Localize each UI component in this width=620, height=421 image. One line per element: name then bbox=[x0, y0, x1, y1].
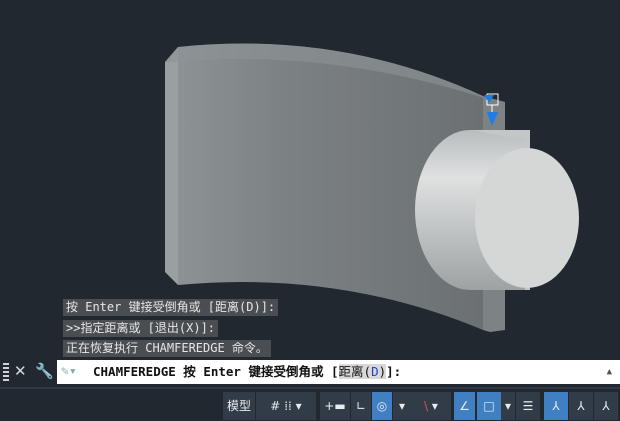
polar-tracking-icon[interactable]: ◎ bbox=[372, 392, 392, 420]
annotation-visibility-icon[interactable]: ⅄ bbox=[544, 392, 568, 420]
annotation-scale-icon[interactable]: ⅄ bbox=[594, 392, 618, 420]
command-prompt-text: CHAMFEREDGE 按 Enter 键接受倒角或 [ bbox=[93, 364, 339, 379]
chevron-down-icon[interactable]: ▾ bbox=[501, 392, 515, 420]
grid-icon: # bbox=[270, 399, 281, 413]
isometric-icon[interactable]: \ ▾ bbox=[411, 392, 451, 420]
model-space-button[interactable]: 模型 bbox=[223, 392, 255, 420]
status-bar: 模型 # ⁞⁞ ▾ +▬ ∟ ◎ ▾ \ ▾ ∠ □ ▾ ☰ ⅄ ⅄ ⅄ bbox=[0, 387, 620, 421]
snap-icon: ⁞⁞ bbox=[284, 399, 292, 413]
lineweight-icon[interactable]: ☰ bbox=[516, 392, 540, 420]
object-snap-icon[interactable]: □ bbox=[477, 392, 501, 420]
chevron-down-icon: ▾ bbox=[295, 399, 302, 413]
object-snap-tracking-icon[interactable]: ∠ bbox=[454, 392, 475, 420]
option-distance[interactable]: 距离(D) bbox=[338, 364, 387, 379]
command-history-line: >>指定距离或 [退出(X)]: bbox=[63, 320, 219, 337]
ortho-icon[interactable]: ∟ bbox=[351, 392, 371, 420]
wrench-customize-icon[interactable]: 🔧 bbox=[35, 362, 54, 380]
drag-grip-handle[interactable] bbox=[3, 363, 9, 381]
cylinder-solid bbox=[415, 130, 579, 290]
command-history-line: 正在恢复执行 CHAMFEREDGE 命令。 bbox=[63, 340, 271, 357]
dynamic-input-icon[interactable]: +▬ bbox=[320, 392, 350, 420]
chevron-down-icon[interactable]: ▾ bbox=[393, 392, 411, 420]
command-line-bar: ✕ 🔧 ✎▾ CHAMFEREDGE 按 Enter 键接受倒角或 [距离(D)… bbox=[0, 360, 620, 384]
command-history-line: 按 Enter 键接受倒角或 [距离(D)]: bbox=[63, 299, 279, 316]
grid-snap-group[interactable]: # ⁞⁞ ▾ bbox=[256, 392, 316, 420]
command-input[interactable]: ✎▾ CHAMFEREDGE 按 Enter 键接受倒角或 [距离(D)]: ▲ bbox=[57, 360, 620, 384]
recent-commands-icon[interactable]: ✎▾ bbox=[61, 360, 77, 384]
close-icon[interactable]: ✕ bbox=[14, 362, 27, 380]
history-expand-icon[interactable]: ▲ bbox=[607, 360, 612, 384]
auto-scale-icon[interactable]: ⅄ bbox=[569, 392, 593, 420]
